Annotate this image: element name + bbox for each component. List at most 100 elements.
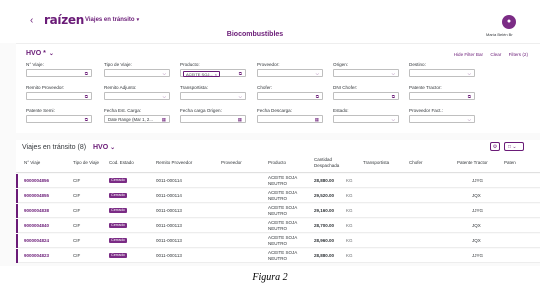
table-variant-name: HVO <box>93 144 109 151</box>
quantity: 28,880.00 <box>314 253 335 258</box>
calendar-icon[interactable]: ▦ <box>315 117 319 123</box>
value-help-icon[interactable]: ⧉ <box>316 94 319 100</box>
column-header[interactable]: Cantidad Despachada <box>314 157 344 168</box>
column-header[interactable]: Cod. Estado <box>109 160 134 166</box>
column-header[interactable]: Remito Proveedor <box>156 160 192 166</box>
status-badge: Cerrado <box>109 238 127 243</box>
chevron-left-icon[interactable]: ‹ <box>30 16 33 26</box>
clear-link[interactable]: Clear <box>490 52 501 57</box>
trip-type: CIF <box>73 178 81 183</box>
filter-field: N° Viaje: ⧉ <box>26 62 92 77</box>
table-variant-selector[interactable]: HVO ⌄ <box>93 144 115 152</box>
calendar-icon[interactable]: ▦ <box>238 117 242 123</box>
filter-input[interactable]: ⌵ <box>180 92 246 100</box>
filter-input[interactable]: ▦ <box>180 115 246 123</box>
chevron-down-icon[interactable]: ⌵ <box>316 71 319 77</box>
column-header[interactable]: Chofer <box>409 160 423 166</box>
export-icon[interactable]: □ ⌄ <box>504 142 524 151</box>
filter-label: Remito Proveedor: <box>26 85 65 90</box>
value-help-icon[interactable]: ⧉ <box>85 94 88 100</box>
column-header[interactable]: Proveedor <box>221 160 242 166</box>
trip-id-link[interactable]: 9000004840 <box>24 223 49 229</box>
chevron-down-icon[interactable]: ⌵ <box>468 71 471 77</box>
filter-label: N° Viaje: <box>26 62 44 67</box>
filter-input[interactable]: ⌵ <box>333 69 399 77</box>
filter-input[interactable]: ⌵ <box>104 69 170 77</box>
settings-icon[interactable]: ⚙ <box>490 142 500 151</box>
column-header[interactable]: Transportista <box>363 160 389 166</box>
chevron-down-icon: ⌄ <box>48 51 54 57</box>
table-row[interactable]: 9000004823 CIF Cerrado 0011-000113 ACEITE SO… <box>16 249 540 263</box>
table-row[interactable]: 9000004824 CIF Cerrado 0011-000113 ACEITE SO… <box>16 234 540 248</box>
filter-input[interactable]: ⌵ <box>409 115 475 123</box>
logo: raízen <box>44 13 84 27</box>
filter-input[interactable]: ⌵ <box>409 69 475 77</box>
value-help-icon[interactable]: ⧉ <box>239 71 242 77</box>
variant-name: HVO * <box>26 50 46 57</box>
chevron-down-icon[interactable]: ⌵ <box>163 71 166 77</box>
trip-id-link[interactable]: 9000004824 <box>24 238 49 244</box>
table-row[interactable]: 9000004855 CIF Cerrado 0011-000114 ACEITE SO… <box>16 189 540 203</box>
filters-link[interactable]: Filters (2) <box>509 52 528 57</box>
trip-id-link[interactable]: 9000004838 <box>24 208 49 214</box>
column-header[interactable]: Tipo de Viaje <box>73 160 99 166</box>
filter-label: Producto: <box>180 62 200 67</box>
remove-token-icon[interactable]: × <box>215 72 217 77</box>
filter-input[interactable]: ⌵ <box>257 69 323 77</box>
column-header[interactable]: N° Viaje <box>24 160 40 166</box>
filter-field: Remito Proveedor: ⧉ <box>26 85 92 100</box>
filter-input[interactable]: ⧉ <box>257 92 323 100</box>
value-help-icon[interactable]: ⧉ <box>85 117 88 123</box>
value-help-icon[interactable]: ⧉ <box>468 94 471 100</box>
filter-label: Proveedor: <box>257 62 280 67</box>
app-title-menu[interactable]: Viajes en tránsito ▾ <box>85 17 139 24</box>
column-header[interactable]: Paten <box>504 160 516 166</box>
column-header[interactable]: Producto <box>268 160 286 166</box>
variant-selector[interactable]: HVO * ⌄ <box>26 50 54 58</box>
chevron-down-icon[interactable]: ⌵ <box>239 94 242 100</box>
filter-field: Chofer: ⧉ <box>257 85 323 100</box>
column-header[interactable]: Patente Tractor <box>457 160 488 166</box>
trip-id-link[interactable]: 9000004855 <box>24 193 49 199</box>
trip-id-link[interactable]: 9000004823 <box>24 253 49 259</box>
table-row[interactable]: 9000004838 CIF Cerrado 0011-000113 ACEITE SO… <box>16 204 540 218</box>
quantity: 29,520.00 <box>314 193 335 198</box>
quantity: 29,160.00 <box>314 208 335 213</box>
chevron-down-icon[interactable]: ⌵ <box>392 71 395 77</box>
filter-label: Remito Adjunto: <box>104 85 137 90</box>
filter-token[interactable]: ACEITE SOJ... × <box>183 71 221 77</box>
filter-input[interactable]: ⌵ <box>333 115 399 123</box>
user-icon[interactable]: ● <box>502 15 516 29</box>
trip-id-link[interactable]: 9000004856 <box>24 178 49 184</box>
filter-input[interactable]: ACEITE SOJ... × ⧉ <box>180 69 246 77</box>
filter-input[interactable]: ▦ <box>257 115 323 123</box>
chevron-down-icon[interactable]: ⌵ <box>392 117 395 123</box>
filter-input[interactable]: ⧉ <box>26 92 92 100</box>
chevron-down-icon[interactable]: ⌵ <box>468 117 471 123</box>
filter-field: Transportista: ⌵ <box>180 85 246 100</box>
quantity-unit: KG <box>346 223 353 228</box>
filter-input[interactable]: ⧉ <box>333 92 399 100</box>
calendar-icon[interactable]: ▦ <box>162 117 166 123</box>
filter-input[interactable]: ⧉ <box>26 115 92 123</box>
chevron-down-icon[interactable]: ⌵ <box>163 94 166 100</box>
filter-label: Destino: <box>409 62 426 67</box>
value-help-icon[interactable]: ⧉ <box>392 94 395 100</box>
filter-field: Tipo de Viaje: ⌵ <box>104 62 170 77</box>
filter-input[interactable]: ⌵ <box>104 92 170 100</box>
filter-input[interactable]: ⧉ <box>26 69 92 77</box>
filter-input[interactable]: ⧉ <box>409 92 475 100</box>
filter-input[interactable]: Date Range (Mar 1, 2... ▦ <box>104 115 170 123</box>
status-badge: Cerrado <box>109 223 127 228</box>
filter-label: Estado: <box>333 108 349 113</box>
value-help-icon[interactable]: ⧉ <box>85 71 88 77</box>
table-row[interactable]: 9000004840 CIF Cerrado 0011-000113 ACEITE SO… <box>16 219 540 233</box>
trip-type: CIF <box>73 253 81 258</box>
filter-field: Fecha carga Origen: ▦ <box>180 108 246 123</box>
filter-label: Patente Tractor: <box>409 85 442 90</box>
table-row[interactable]: 9000004856 CIF Cerrado 0011-000114 ACEITE SO… <box>16 174 540 188</box>
filter-field: Patente Semi: ⧉ <box>26 108 92 123</box>
hide-filter-bar-link[interactable]: Hide Filter Bar <box>454 52 483 57</box>
chevron-down-icon: ⌄ <box>110 145 116 151</box>
filter-label: Fecha Est. Carga: <box>104 108 142 113</box>
